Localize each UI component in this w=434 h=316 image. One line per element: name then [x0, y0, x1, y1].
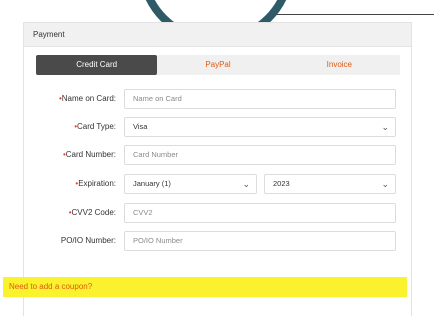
cvv2-row: •CVV2 Code: CVV2 — [24, 203, 411, 223]
tab-paypal[interactable]: PayPal — [157, 55, 278, 75]
panel-title: Payment — [24, 23, 411, 47]
chevron-down-icon: ⌄ — [381, 122, 389, 132]
tab-invoice[interactable]: Invoice — [279, 55, 400, 75]
name-on-card-input[interactable]: Name on Card — [124, 89, 396, 109]
card-type-value: Visa — [133, 122, 148, 131]
cvv2-input[interactable]: CVV2 — [124, 203, 396, 223]
coupon-link[interactable]: Need to add a coupon? — [3, 277, 407, 297]
card-number-input[interactable]: Card Number — [124, 145, 396, 165]
expiration-month-select[interactable]: January (1) ⌄ — [124, 174, 257, 194]
header-rule — [276, 14, 434, 15]
po-number-row: PO/IO Number: PO/IO Number — [24, 231, 411, 251]
card-type-select[interactable]: Visa ⌄ — [124, 117, 396, 137]
name-on-card-row: •Name on Card: Name on Card — [24, 89, 411, 109]
expiration-year-value: 2023 — [273, 179, 290, 188]
chevron-down-icon: ⌄ — [242, 179, 250, 189]
expiration-row: •Expiration: January (1) ⌄ 2023 ⌄ — [24, 174, 411, 194]
expiration-label: •Expiration: — [75, 179, 116, 188]
po-number-input[interactable]: PO/IO Number — [124, 231, 396, 251]
chevron-down-icon: ⌄ — [381, 179, 389, 189]
expiration-year-select[interactable]: 2023 ⌄ — [264, 174, 396, 194]
card-number-label: •Card Number: — [62, 150, 116, 159]
cvv2-label: •CVV2 Code: — [68, 208, 116, 217]
expiration-month-value: January (1) — [133, 179, 171, 188]
tab-credit-card[interactable]: Credit Card — [36, 55, 158, 75]
payment-method-tabs: Credit Card PayPal Invoice — [36, 55, 400, 75]
card-number-row: •Card Number: Card Number — [24, 145, 411, 165]
card-type-row: •Card Type: Visa ⌄ — [24, 117, 411, 137]
name-on-card-label: •Name on Card: — [58, 94, 116, 103]
payment-panel: Payment Credit Card PayPal Invoice •Name… — [23, 22, 412, 316]
card-type-label: •Card Type: — [74, 122, 116, 131]
po-number-label: PO/IO Number: — [60, 236, 116, 245]
